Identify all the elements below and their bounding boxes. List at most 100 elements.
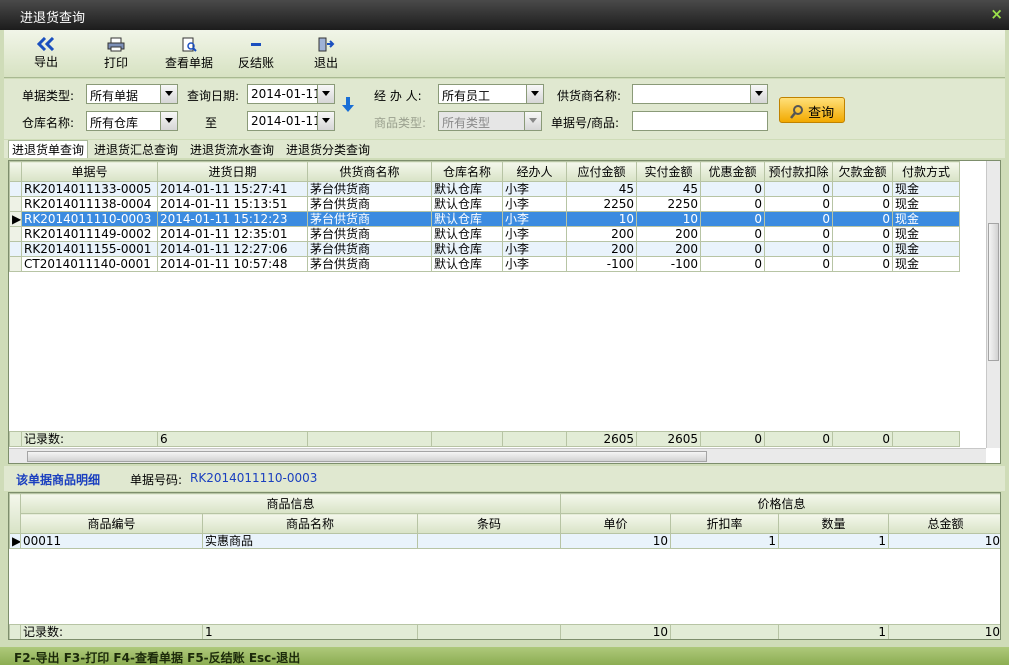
cell-date[interactable]: 2014-01-11 15:12:23 xyxy=(157,211,308,227)
col-doc-no[interactable]: 单据号 xyxy=(21,161,158,182)
view-doc-button[interactable]: 查看单据 xyxy=(156,34,222,76)
cell-payment[interactable]: 现金 xyxy=(892,196,960,212)
cell-date[interactable]: 2014-01-11 10:57:48 xyxy=(157,256,308,272)
col-warehouse[interactable]: 仓库名称 xyxy=(431,161,503,182)
cell-date[interactable]: 2014-01-11 12:27:06 xyxy=(157,241,308,257)
cell-handler[interactable]: 小李 xyxy=(502,211,567,227)
cell-payment[interactable]: 现金 xyxy=(892,226,960,242)
cell-payable[interactable]: -100 xyxy=(566,256,637,272)
col-unit-price[interactable]: 单价 xyxy=(560,513,671,534)
table-row[interactable]: CT2014011140-0001 2014-01-11 10:57:48 茅台… xyxy=(9,256,960,272)
cell-prepay[interactable]: 0 xyxy=(764,256,833,272)
cell-supplier[interactable]: 茅台供货商 xyxy=(307,241,432,257)
cell-goods-code[interactable]: 00011 xyxy=(20,533,203,549)
cell-prepay[interactable]: 0 xyxy=(764,196,833,212)
cell-warehouse[interactable]: 默认仓库 xyxy=(431,256,503,272)
cell-handler[interactable]: 小李 xyxy=(502,241,567,257)
cell-owed[interactable]: 0 xyxy=(832,196,893,212)
supplier-select[interactable] xyxy=(632,84,768,104)
table-row[interactable]: RK2014011149-0002 2014-01-11 12:35:01 茅台… xyxy=(9,226,960,242)
cell-paid[interactable]: 2250 xyxy=(636,196,701,212)
row-indicator[interactable] xyxy=(9,241,22,257)
cell-owed[interactable]: 0 xyxy=(832,181,893,197)
cell-prepay[interactable]: 0 xyxy=(764,211,833,227)
chevron-down-icon[interactable] xyxy=(160,85,177,103)
table-row[interactable]: RK2014011155-0001 2014-01-11 12:27:06 茅台… xyxy=(9,241,960,257)
cell-discount[interactable]: 0 xyxy=(700,196,765,212)
col-payable[interactable]: 应付金额 xyxy=(566,161,637,182)
vertical-scrollbar[interactable] xyxy=(986,161,1000,448)
search-button[interactable]: 查询 xyxy=(779,97,845,123)
cell-doc-no[interactable]: RK2014011155-0001 xyxy=(21,241,158,257)
cell-warehouse[interactable]: 默认仓库 xyxy=(431,196,503,212)
tab-flow-query[interactable]: 进退货流水查询 xyxy=(190,141,274,158)
cell-supplier[interactable]: 茅台供货商 xyxy=(307,196,432,212)
cell-discount[interactable]: 0 xyxy=(700,211,765,227)
cell-total[interactable]: 10 xyxy=(887,533,1000,549)
cell-prepay[interactable]: 0 xyxy=(764,226,833,242)
row-indicator[interactable] xyxy=(9,226,22,242)
print-button[interactable]: 打印 xyxy=(86,34,146,76)
cell-handler[interactable]: 小李 xyxy=(502,181,567,197)
col-discount[interactable]: 优惠金额 xyxy=(700,161,765,182)
cell-doc-no[interactable]: RK2014011133-0005 xyxy=(21,181,158,197)
chevron-down-icon[interactable] xyxy=(317,85,334,103)
cell-payment[interactable]: 现金 xyxy=(892,211,960,227)
chevron-down-icon[interactable] xyxy=(317,112,334,130)
cell-paid[interactable]: 200 xyxy=(636,226,701,242)
vertical-scroll-thumb[interactable] xyxy=(988,223,999,361)
tab-category-query[interactable]: 进退货分类查询 xyxy=(286,141,370,158)
cell-unit-price[interactable]: 10 xyxy=(560,533,671,549)
cell-doc-no[interactable]: RK2014011149-0002 xyxy=(21,226,158,242)
cell-warehouse[interactable]: 默认仓库 xyxy=(431,211,503,227)
col-payment[interactable]: 付款方式 xyxy=(892,161,960,182)
cell-prepay[interactable]: 0 xyxy=(764,241,833,257)
row-indicator[interactable] xyxy=(9,256,22,272)
cell-prepay[interactable]: 0 xyxy=(764,181,833,197)
doc-type-select[interactable]: 所有单据 xyxy=(86,84,178,104)
detail-row[interactable]: ▶ 00011 实惠商品 10 1 1 10 xyxy=(9,533,1000,549)
col-total[interactable]: 总金额 xyxy=(887,513,1000,534)
close-icon[interactable]: × xyxy=(990,5,1003,23)
col-handler[interactable]: 经办人 xyxy=(502,161,567,182)
cell-payment[interactable]: 现金 xyxy=(892,241,960,257)
col-prepay[interactable]: 预付款扣除 xyxy=(764,161,833,182)
cell-paid[interactable]: 200 xyxy=(636,241,701,257)
exit-button[interactable]: 退出 xyxy=(296,34,356,76)
row-indicator[interactable] xyxy=(9,196,22,212)
cell-quantity[interactable]: 1 xyxy=(778,533,889,549)
tab-order-query[interactable]: 进退货单查询 xyxy=(8,140,89,158)
cell-doc-no[interactable]: RK2014011138-0004 xyxy=(21,196,158,212)
cell-payable[interactable]: 10 xyxy=(566,211,637,227)
cell-owed[interactable]: 0 xyxy=(832,211,893,227)
cell-owed[interactable]: 0 xyxy=(832,226,893,242)
cell-date[interactable]: 2014-01-11 12:35:01 xyxy=(157,226,308,242)
chevron-down-icon[interactable] xyxy=(526,85,543,103)
chevron-down-icon[interactable] xyxy=(160,112,177,130)
cell-discount[interactable]: 0 xyxy=(700,181,765,197)
cell-warehouse[interactable]: 默认仓库 xyxy=(431,241,503,257)
col-date[interactable]: 进货日期 xyxy=(157,161,308,182)
cell-date[interactable]: 2014-01-11 15:27:41 xyxy=(157,181,308,197)
chevron-down-icon[interactable] xyxy=(750,85,767,103)
col-goods-code[interactable]: 商品编号 xyxy=(20,513,203,534)
horizontal-scrollbar[interactable] xyxy=(9,448,986,463)
cell-date[interactable]: 2014-01-11 15:13:51 xyxy=(157,196,308,212)
cell-owed[interactable]: 0 xyxy=(832,256,893,272)
table-row[interactable]: RK2014011138-0004 2014-01-11 15:13:51 茅台… xyxy=(9,196,960,212)
col-owed[interactable]: 欠款金额 xyxy=(832,161,893,182)
cell-paid[interactable]: -100 xyxy=(636,256,701,272)
col-paid[interactable]: 实付金额 xyxy=(636,161,701,182)
cell-handler[interactable]: 小李 xyxy=(502,196,567,212)
cell-goods-name[interactable]: 实惠商品 xyxy=(202,533,418,549)
horizontal-scroll-thumb[interactable] xyxy=(27,451,707,462)
cell-paid[interactable]: 45 xyxy=(636,181,701,197)
warehouse-select[interactable]: 所有仓库 xyxy=(86,111,178,131)
cell-payment[interactable]: 现金 xyxy=(892,256,960,272)
row-indicator[interactable] xyxy=(9,181,22,197)
cell-handler[interactable]: 小李 xyxy=(502,256,567,272)
cell-discount[interactable]: 0 xyxy=(700,226,765,242)
handler-select[interactable]: 所有员工 xyxy=(438,84,544,104)
cell-warehouse[interactable]: 默认仓库 xyxy=(431,181,503,197)
cell-supplier[interactable]: 茅台供货商 xyxy=(307,256,432,272)
